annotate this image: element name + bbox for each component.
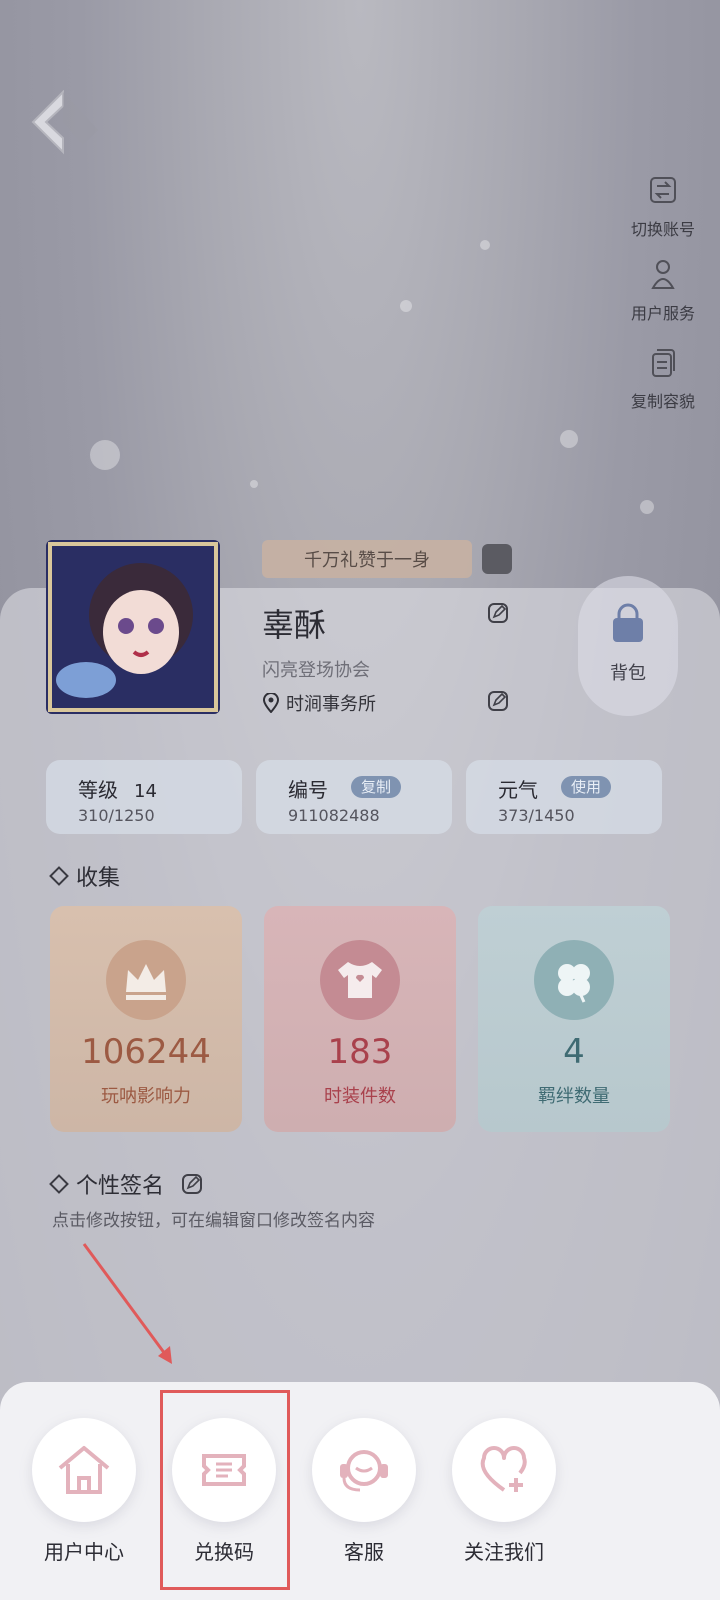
highlight-box xyxy=(160,1390,290,1590)
avatar-illustration xyxy=(46,540,220,714)
follow-us-button[interactable]: 关注我们 xyxy=(452,1418,556,1565)
location-pin-icon xyxy=(262,693,280,713)
bond-caption: 羁绊数量 xyxy=(538,1086,610,1107)
switch-account-button[interactable]: 切换账号 xyxy=(618,172,708,240)
user-service-icon xyxy=(651,260,675,289)
bond-value: 4 xyxy=(563,1032,585,1072)
user-center-label: 用户中心 xyxy=(44,1540,124,1564)
influence-card[interactable]: 106244 玩呐影响力 xyxy=(50,906,242,1132)
badge-switch-icon[interactable] xyxy=(482,544,512,574)
stat-id-value: 911082488 xyxy=(288,806,380,825)
location-text: 时涧事务所 xyxy=(286,694,376,715)
title-badge: 千万礼赞于一身 xyxy=(262,540,472,578)
tshirt-icon xyxy=(320,940,400,1020)
copy-appearance-button[interactable]: 复制容貌 xyxy=(618,344,708,412)
bag-icon xyxy=(613,603,643,642)
influence-value: 106244 xyxy=(81,1032,211,1072)
customer-service-button[interactable]: 客服 xyxy=(312,1418,416,1565)
user-center-button[interactable]: 用户中心 xyxy=(32,1418,136,1565)
home-icon xyxy=(58,1446,110,1494)
user-service-label: 用户服务 xyxy=(630,304,695,323)
crown-icon xyxy=(106,940,186,1020)
annotation-arrow-icon xyxy=(82,1243,172,1364)
collection-title: 收集 xyxy=(49,860,121,892)
bag-button[interactable]: 背包 xyxy=(578,576,678,716)
switch-account-icon xyxy=(650,177,676,203)
fashion-value: 183 xyxy=(327,1032,393,1072)
player-name: 辜酥 xyxy=(262,606,327,644)
stat-level-progress: 310/1250 xyxy=(78,806,155,825)
diamond-icon xyxy=(49,1174,69,1194)
signature-title-text: 个性签名 xyxy=(76,1174,165,1199)
signature-hint: 点击修改按钮，可在编辑窗口修改签名内容 xyxy=(52,1211,375,1231)
stat-level-value: 14 xyxy=(134,781,157,802)
stat-energy-label: 元气 xyxy=(498,778,538,802)
stat-energy: 元气 使用 373/1450 xyxy=(466,760,662,834)
fashion-card[interactable]: 183 时装件数 xyxy=(264,906,456,1132)
edit-location-icon[interactable] xyxy=(486,689,510,713)
stat-energy-value: 373/1450 xyxy=(498,806,575,825)
club-name: 闪亮登场协会 xyxy=(262,660,370,681)
headset-icon xyxy=(340,1450,388,1492)
copy-appearance-label: 复制容貌 xyxy=(630,392,695,411)
stat-id: 编号 复制 911082488 xyxy=(256,760,452,834)
influence-caption: 玩呐影响力 xyxy=(101,1086,191,1107)
use-energy-button[interactable]: 使用 xyxy=(561,776,612,798)
signature-title: 个性签名 xyxy=(49,1168,204,1200)
stat-level-label: 等级 xyxy=(78,778,118,802)
fashion-caption: 时装件数 xyxy=(324,1086,396,1107)
collection-title-text: 收集 xyxy=(76,866,121,891)
bond-card[interactable]: 4 羁绊数量 xyxy=(478,906,670,1132)
follow-us-label: 关注我们 xyxy=(464,1540,544,1564)
switch-account-label: 切换账号 xyxy=(630,220,695,239)
user-service-button[interactable]: 用户服务 xyxy=(618,256,708,324)
heart-plus-icon xyxy=(480,1446,527,1492)
avatar[interactable] xyxy=(46,540,220,714)
clover-icon xyxy=(534,940,614,1020)
back-arrow-icon[interactable] xyxy=(28,90,98,160)
copy-appearance-icon xyxy=(652,349,675,377)
stat-id-label: 编号 xyxy=(288,778,328,802)
location-row: 时涧事务所 xyxy=(262,690,376,716)
edit-name-icon[interactable] xyxy=(486,601,510,625)
diamond-icon xyxy=(49,866,69,886)
copy-id-button[interactable]: 复制 xyxy=(351,776,402,798)
bag-label: 背包 xyxy=(610,663,646,684)
customer-service-label: 客服 xyxy=(344,1540,384,1564)
edit-signature-icon[interactable] xyxy=(180,1172,204,1196)
stat-level: 等级 14 310/1250 xyxy=(46,760,242,834)
